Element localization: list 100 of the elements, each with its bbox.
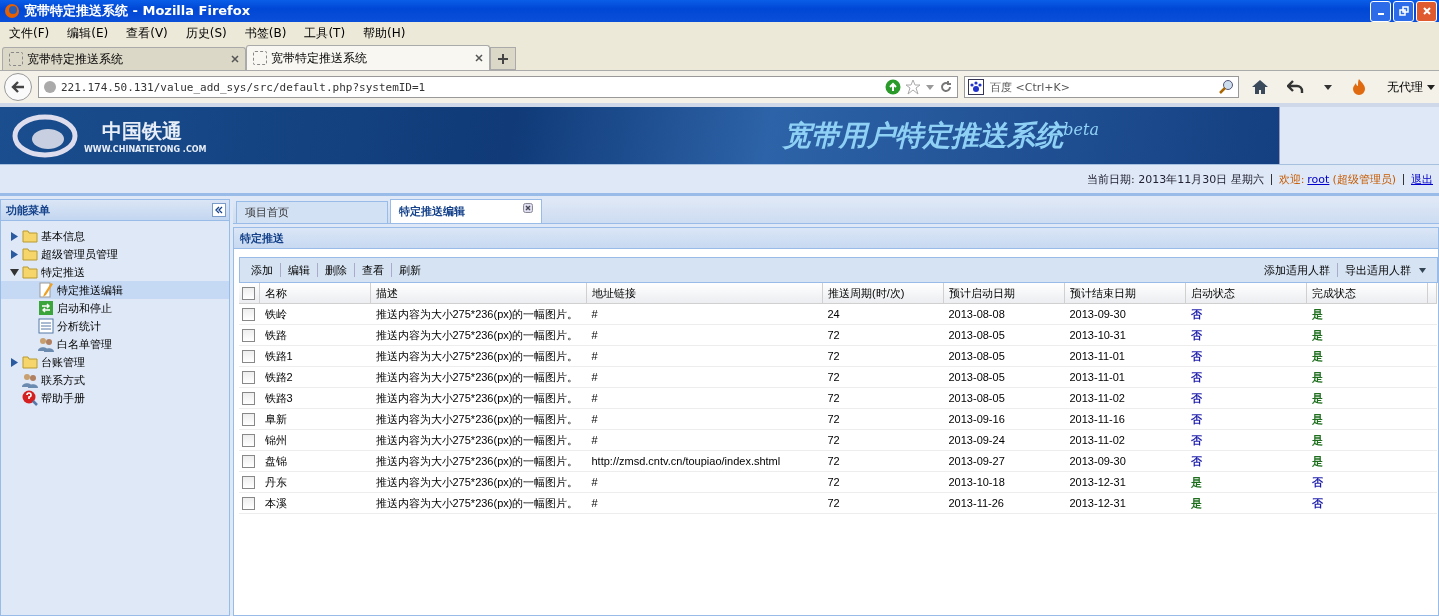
column-header[interactable]: 启动状态 (1185, 283, 1307, 304)
menu-item[interactable]: 分析统计 (1, 317, 229, 335)
column-header[interactable]: 名称 (259, 283, 371, 304)
status-text: 是 (1311, 349, 1323, 362)
menu-item[interactable]: 文件(F) (0, 24, 59, 42)
menu-item[interactable]: 编辑(E) (58, 24, 118, 42)
status-text: 否 (1190, 328, 1202, 341)
address-bar[interactable]: 221.174.50.131/value_add_sys/src/default.php?systemID=1 (38, 76, 958, 98)
people-icon (22, 372, 38, 388)
status-text: 是 (1311, 328, 1323, 341)
row-checkbox[interactable] (242, 349, 255, 363)
minimize-button[interactable] (1370, 0, 1391, 22)
toolbar-button[interactable]: 编辑 (281, 262, 317, 278)
content-tab[interactable]: 特定推送编辑 (390, 199, 542, 223)
dropdown-icon[interactable] (1419, 267, 1426, 273)
proxy-button[interactable]: 无代理 (1387, 78, 1435, 96)
browser-tab[interactable]: 宽带特定推送系统 (2, 47, 246, 70)
paw-icon[interactable] (968, 79, 984, 95)
expand-triangle-icon[interactable] (10, 357, 19, 367)
table-cell: 2013-12-31 (1064, 471, 1186, 493)
menu-item[interactable]: 特定推送 (1, 263, 229, 281)
toolbar-button[interactable]: 刷新 (392, 262, 428, 278)
menu-item[interactable]: 历史(S) (176, 24, 236, 42)
undo-arrow-icon[interactable] (1287, 78, 1305, 96)
caret-icon[interactable] (1427, 84, 1435, 90)
expand-triangle-icon[interactable] (10, 231, 19, 241)
new-tab-button[interactable] (490, 47, 516, 70)
table-cell: 2013-09-16 (943, 408, 1065, 430)
close-button[interactable] (1416, 0, 1437, 22)
logo-url: WWW.CHINATIETONG .COM (84, 144, 207, 154)
collapse-button[interactable] (212, 203, 226, 217)
toolbar-button[interactable]: 删除 (318, 262, 354, 278)
go-icon[interactable] (885, 79, 901, 95)
search-icon[interactable] (1219, 79, 1235, 95)
table-cell: 2013-09-30 (1064, 303, 1186, 325)
toolbar-button[interactable]: 添加适用人群 (1257, 262, 1337, 278)
column-header[interactable]: 描述 (370, 283, 587, 304)
row-checkbox[interactable] (242, 307, 255, 321)
menu-item[interactable]: 帮助手册 (1, 389, 229, 407)
reload-icon[interactable] (939, 80, 953, 94)
menu-item[interactable]: 超级管理员管理 (1, 245, 229, 263)
close-icon[interactable] (231, 55, 239, 63)
table-cell: 72 (822, 450, 944, 472)
menu-item[interactable]: 白名单管理 (1, 335, 229, 353)
column-header[interactable]: 地址链接 (586, 283, 823, 304)
table-cell: 推送内容为大小275*236(px)的一幅图片。 (370, 408, 587, 430)
collapse-triangle-icon[interactable] (10, 267, 19, 277)
user-link[interactable]: root (1307, 172, 1330, 186)
browser-tab[interactable]: 宽带特定推送系统 (246, 45, 490, 70)
column-header[interactable]: 预计启动日期 (943, 283, 1065, 304)
back-arrow-icon[interactable] (10, 79, 26, 95)
menu-item[interactable]: 帮助(H) (354, 24, 415, 42)
dropdown-icon[interactable] (1323, 82, 1333, 92)
menu-item[interactable]: 查看(V) (117, 24, 177, 42)
table-cell: 推送内容为大小275*236(px)的一幅图片。 (370, 471, 587, 493)
content-tab[interactable]: 项目首页 (236, 201, 388, 223)
menu-item[interactable]: 台账管理 (1, 353, 229, 371)
toolbar-button[interactable]: 导出适用人群 (1338, 262, 1433, 278)
row-checkbox[interactable] (242, 370, 255, 384)
table-cell: 推送内容为大小275*236(px)的一幅图片。 (370, 429, 587, 451)
logo-icon (10, 112, 80, 159)
flame-icon[interactable] (1351, 78, 1367, 96)
list-icon (38, 318, 54, 334)
restore-icon[interactable] (1398, 6, 1409, 16)
bookmark-star-icon[interactable] (905, 79, 921, 95)
row-checkbox[interactable] (242, 328, 255, 342)
plus-icon[interactable] (498, 53, 508, 64)
menu-item[interactable]: 启动和停止 (1, 299, 229, 317)
table-cell: 2013-11-01 (1064, 366, 1186, 388)
status-text: 是 (1311, 433, 1323, 446)
logout-link[interactable]: 退出 (1411, 171, 1433, 187)
search-box[interactable]: 百度 <Ctrl+K> (964, 76, 1239, 98)
toolbar-button[interactable]: 添加 (244, 262, 280, 278)
row-checkbox[interactable] (242, 454, 255, 468)
role-text: (超级管理员) (1332, 171, 1396, 187)
select-all-checkbox[interactable] (242, 286, 255, 300)
date-text: 当前日期: 2013年11月30日 星期六 (1086, 171, 1264, 187)
back-button[interactable] (4, 73, 32, 101)
close-icon[interactable] (523, 203, 533, 213)
menu-item[interactable]: 特定推送编辑 (1, 281, 229, 299)
column-header[interactable]: 完成状态 (1306, 283, 1428, 304)
column-header[interactable]: 推送周期(时/次) (822, 283, 944, 304)
home-icon[interactable] (1251, 78, 1269, 96)
row-checkbox[interactable] (242, 475, 255, 489)
column-header[interactable]: 预计结束日期 (1064, 283, 1186, 304)
close-icon[interactable] (475, 54, 483, 62)
restore-button[interactable] (1393, 0, 1414, 22)
menu-item[interactable]: 工具(T) (295, 24, 355, 42)
expand-triangle-icon[interactable] (10, 249, 19, 259)
menu-item[interactable]: 基本信息 (1, 227, 229, 245)
menu-item[interactable]: 联系方式 (1, 371, 229, 389)
status-text: 是 (1311, 307, 1323, 320)
row-checkbox[interactable] (242, 433, 255, 447)
menu-item[interactable]: 书签(B) (235, 24, 296, 42)
row-checkbox[interactable] (242, 391, 255, 405)
row-checkbox[interactable] (242, 412, 255, 426)
row-checkbox[interactable] (242, 496, 255, 510)
toolbar-button[interactable]: 查看 (355, 262, 391, 278)
window-title: 宽带特定推送系统 - Mozilla Firefox (24, 2, 251, 20)
status-text: 否 (1190, 454, 1202, 467)
